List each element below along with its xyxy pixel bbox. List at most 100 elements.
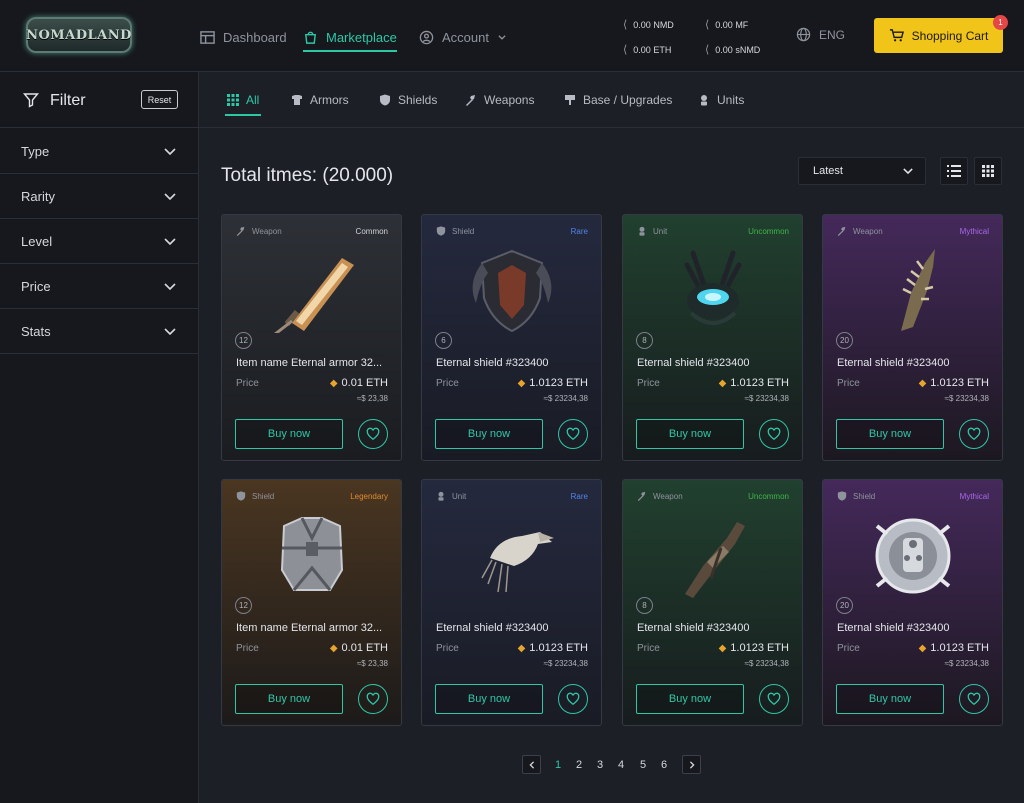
price-label: Price xyxy=(637,378,660,389)
usd-value: ≈$ 23234,38 xyxy=(744,394,789,403)
shopping-cart-button[interactable]: Shopping Cart xyxy=(874,18,1003,53)
tab-base-upgrades[interactable]: Base / Upgrades xyxy=(564,93,672,107)
previous-page-button[interactable] xyxy=(522,755,541,774)
nomadland-logo[interactable]: NOMADLAND xyxy=(26,17,132,53)
price-value: ◆ 1.0123 ETH xyxy=(718,642,789,654)
cart-count-badge: 1 xyxy=(993,15,1008,30)
favorite-button[interactable] xyxy=(358,419,388,449)
page-4[interactable]: 4 xyxy=(618,759,624,771)
favorite-button[interactable] xyxy=(358,684,388,714)
favorite-button[interactable] xyxy=(558,419,588,449)
armor-icon xyxy=(292,95,302,105)
filter-type[interactable]: Type xyxy=(0,129,198,174)
chevron-down-icon xyxy=(903,168,913,175)
price-label: Price xyxy=(436,643,459,654)
buy-now-button[interactable]: Buy now xyxy=(636,684,744,714)
product-card: Weapon Mythical 20 Eternal shield #32340… xyxy=(822,214,1003,461)
weapon-icon xyxy=(637,491,646,501)
filter-stats[interactable]: Stats xyxy=(0,309,198,354)
eth-icon: ◆ xyxy=(329,642,338,654)
product-card: Weapon Common 12 Item name Eternal armor… xyxy=(221,214,402,461)
list-view-button[interactable] xyxy=(940,157,968,185)
item-name: Eternal shield #323400 xyxy=(436,622,549,634)
sort-dropdown[interactable]: Latest xyxy=(798,157,926,185)
price-label: Price xyxy=(837,378,860,389)
filter-sidebar: Filter Reset Type Rarity Level Price Sta… xyxy=(0,72,199,803)
eth-icon: ◆ xyxy=(329,377,338,389)
tab-armors[interactable]: Armors xyxy=(291,93,349,107)
favorite-button[interactable] xyxy=(759,684,789,714)
price-value: ◆ 1.0123 ETH xyxy=(918,642,989,654)
grid-icon xyxy=(227,94,239,106)
filter-price[interactable]: Price xyxy=(0,264,198,309)
price-value: ◆ 0.01 ETH xyxy=(329,377,388,389)
grid-icon xyxy=(982,165,994,177)
chevron-down-icon xyxy=(164,328,176,336)
buy-now-button[interactable]: Buy now xyxy=(836,684,944,714)
product-card: Shield Legendary 12 Item name Eternal ar… xyxy=(221,479,402,726)
balance-eth: ⟨ 0.00 ETH xyxy=(623,44,672,56)
page-2[interactable]: 2 xyxy=(576,759,582,771)
price-label: Price xyxy=(837,643,860,654)
filter-level[interactable]: Level xyxy=(0,219,198,264)
chevron-down-icon xyxy=(498,35,506,40)
favorite-button[interactable] xyxy=(759,419,789,449)
eth-icon: ◆ xyxy=(918,377,927,389)
tab-shields[interactable]: Shields xyxy=(379,93,437,107)
page-5[interactable]: 5 xyxy=(640,759,646,771)
item-name: Eternal shield #323400 xyxy=(837,622,950,634)
item-category: Unit xyxy=(436,491,466,501)
list-icon xyxy=(947,165,961,177)
rarity-label: Mythical xyxy=(959,492,989,501)
eth-icon: ◆ xyxy=(517,642,526,654)
buy-now-button[interactable]: Buy now xyxy=(235,419,343,449)
buy-now-button[interactable]: Buy now xyxy=(435,419,543,449)
item-name: Eternal shield #323400 xyxy=(436,357,549,369)
buy-now-button[interactable]: Buy now xyxy=(636,419,744,449)
product-card: Unit Uncommon 8 Eternal shield #323400 P… xyxy=(622,214,803,461)
item-category: Weapon xyxy=(236,226,282,236)
favorite-button[interactable] xyxy=(959,419,989,449)
weapon-icon xyxy=(837,226,846,236)
buy-now-button[interactable]: Buy now xyxy=(836,419,944,449)
heart-icon xyxy=(967,427,981,441)
item-image xyxy=(875,518,951,594)
tab-all[interactable]: All xyxy=(224,93,262,116)
buy-now-button[interactable]: Buy now xyxy=(435,684,543,714)
rarity-label: Rare xyxy=(570,227,588,236)
nav-account[interactable]: Account xyxy=(419,26,507,48)
unit-icon xyxy=(701,95,707,106)
chevron-right-icon xyxy=(689,760,695,769)
page-1[interactable]: 1 xyxy=(555,759,561,771)
grid-view-button[interactable] xyxy=(974,157,1002,185)
price-label: Price xyxy=(436,378,459,389)
item-image xyxy=(685,522,745,598)
nav-marketplace[interactable]: Marketplace xyxy=(303,26,397,52)
favorite-button[interactable] xyxy=(558,684,588,714)
chevron-down-icon xyxy=(164,283,176,291)
page-3[interactable]: 3 xyxy=(597,759,603,771)
nav-dashboard[interactable]: Dashboard xyxy=(200,26,287,48)
heart-icon xyxy=(767,427,781,441)
rarity-label: Rare xyxy=(570,492,588,501)
level-badge: 12 xyxy=(235,597,252,614)
level-badge: 20 xyxy=(836,332,853,349)
buy-now-button[interactable]: Buy now xyxy=(235,684,343,714)
favorite-button[interactable] xyxy=(959,684,989,714)
filter-header: Filter Reset xyxy=(0,72,198,128)
language-selector[interactable]: ENG xyxy=(796,27,845,42)
price-label: Price xyxy=(637,643,660,654)
currency-icon: ⟨ xyxy=(623,19,628,31)
heart-icon xyxy=(366,427,380,441)
page-6[interactable]: 6 xyxy=(661,759,667,771)
reset-button[interactable]: Reset xyxy=(141,90,178,109)
tab-weapons[interactable]: Weapons xyxy=(465,93,534,107)
next-page-button[interactable] xyxy=(682,755,701,774)
item-image xyxy=(280,517,344,591)
shield-icon xyxy=(436,226,446,236)
usd-value: ≈$ 23234,38 xyxy=(543,659,588,668)
unit-icon xyxy=(438,491,444,501)
tab-units[interactable]: Units xyxy=(698,93,744,107)
filter-rarity[interactable]: Rarity xyxy=(0,174,198,219)
nav-account-label: Account xyxy=(442,29,489,45)
